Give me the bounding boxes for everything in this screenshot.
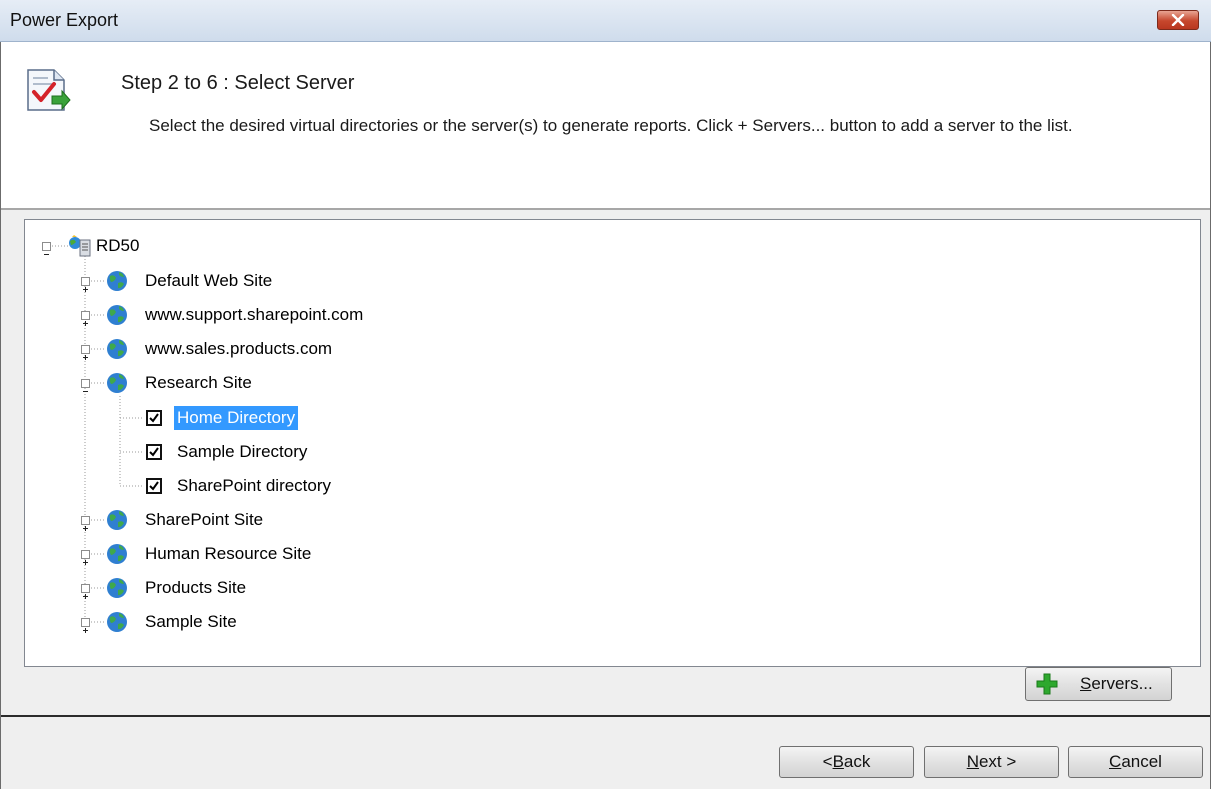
next-mnemonic: N xyxy=(966,752,979,771)
tree-site-node[interactable]: www.sales.products.com xyxy=(142,337,335,361)
site-label: SharePoint Site xyxy=(145,510,264,529)
tree-expander-site[interactable] xyxy=(81,550,90,565)
close-icon xyxy=(1171,14,1185,26)
tree-directory-node[interactable]: Home Directory xyxy=(174,406,299,430)
cancel-mnemonic: C xyxy=(1109,752,1122,771)
plus-small-icon xyxy=(83,594,88,599)
step-title: Step 2 to 6 : Select Server xyxy=(121,72,355,94)
back-button[interactable]: <Back xyxy=(779,746,914,778)
footer-separator xyxy=(0,715,1211,717)
site-label: www.sales.products.com xyxy=(145,339,333,358)
site-label: Default Web Site xyxy=(145,271,273,290)
report-check-icon xyxy=(27,69,71,111)
tree-site-node[interactable]: Sample Site xyxy=(142,610,240,634)
cancel-button-label: Cancel xyxy=(1109,752,1162,772)
tree-expander-root[interactable] xyxy=(42,242,51,255)
globe-icon xyxy=(107,339,127,359)
site-label: Human Resource Site xyxy=(145,544,312,563)
globe-icon xyxy=(107,271,127,291)
plus-icon xyxy=(1036,673,1058,695)
directory-label: Sample Directory xyxy=(177,442,308,461)
server-tree[interactable]: RD50 Default Web Site www.support.sharep… xyxy=(24,219,1201,667)
plus-small-icon xyxy=(83,355,88,360)
next-button-label: Next > xyxy=(967,752,1017,772)
checkmark-icon xyxy=(149,413,159,423)
directory-label: Home Directory xyxy=(174,406,299,430)
checkmark-icon xyxy=(149,447,159,457)
tree-root-label: RD50 xyxy=(96,236,140,255)
checkbox-sharepoint-directory[interactable] xyxy=(146,478,162,494)
servers-mnemonic: S xyxy=(1080,674,1092,693)
checkmark-icon xyxy=(149,481,159,491)
cancel-button[interactable]: Cancel xyxy=(1068,746,1203,778)
tree-root-node[interactable]: RD50 xyxy=(93,234,142,258)
tree-expander-site[interactable] xyxy=(81,345,90,360)
plus-small-icon xyxy=(83,628,88,633)
tree-site-node-research[interactable]: Research Site xyxy=(142,371,255,395)
tree-site-node[interactable]: Products Site xyxy=(142,576,249,600)
tree-directory-node[interactable]: SharePoint directory xyxy=(174,474,334,498)
site-label: Products Site xyxy=(145,578,247,597)
site-label: Research Site xyxy=(145,373,252,392)
globe-icon xyxy=(107,510,127,530)
tree-site-node[interactable]: Human Resource Site xyxy=(142,542,314,566)
checkbox-home-directory[interactable] xyxy=(146,410,162,426)
next-label-rest: ext > xyxy=(978,752,1017,771)
minus-icon xyxy=(44,254,49,255)
servers-label-rest: ervers... xyxy=(1091,674,1153,693)
plus-small-icon xyxy=(83,287,88,292)
tree-expander-site[interactable] xyxy=(81,516,90,531)
tree-site-node[interactable]: www.support.sharepoint.com xyxy=(142,303,366,327)
window-title: Power Export xyxy=(10,10,119,30)
site-label: www.support.sharepoint.com xyxy=(145,305,364,324)
globe-icon xyxy=(107,578,127,598)
next-button[interactable]: Next > xyxy=(924,746,1059,778)
close-button[interactable] xyxy=(1157,10,1199,30)
back-button-label: <Back xyxy=(823,752,871,772)
cancel-label-rest: ancel xyxy=(1121,752,1162,771)
tree-expander-research-site[interactable] xyxy=(81,379,90,392)
plus-small-icon xyxy=(83,526,88,531)
tree-site-node[interactable]: Default Web Site xyxy=(142,269,275,293)
back-mnemonic: B xyxy=(832,752,844,771)
tree-expander-site[interactable] xyxy=(81,311,90,326)
globe-icon xyxy=(107,373,127,393)
tree-expander-site[interactable] xyxy=(81,277,90,292)
plus-small-icon xyxy=(83,560,88,565)
minus-icon xyxy=(83,391,88,392)
globe-icon xyxy=(107,305,127,325)
globe-icon xyxy=(107,544,127,564)
plus-small-icon xyxy=(83,321,88,326)
tree-expander-site[interactable] xyxy=(81,618,90,633)
wizard-body: RD50 Default Web Site www.support.sharep… xyxy=(0,210,1211,789)
title-bar[interactable]: Power Export xyxy=(0,0,1211,42)
site-label: Sample Site xyxy=(145,612,237,631)
window-left-border xyxy=(0,42,1,789)
servers-button-label: Servers... xyxy=(1080,674,1153,694)
directory-label: SharePoint directory xyxy=(177,476,332,495)
power-export-window: Power Export Step 2 to 6 : Select Server… xyxy=(0,0,1211,789)
add-servers-button[interactable]: Servers... xyxy=(1025,667,1172,701)
step-description: Select the desired virtual directories o… xyxy=(149,116,1073,135)
server-icon xyxy=(69,235,91,257)
globe-icon xyxy=(107,612,127,632)
back-label-rest: ack xyxy=(843,752,871,771)
checkbox-sample-directory[interactable] xyxy=(146,444,162,460)
tree-directory-node[interactable]: Sample Directory xyxy=(174,440,310,464)
tree-site-node[interactable]: SharePoint Site xyxy=(142,508,266,532)
tree-expander-site[interactable] xyxy=(81,584,90,599)
wizard-header: Step 2 to 6 : Select Server Select the d… xyxy=(0,42,1211,208)
back-prefix: < xyxy=(822,752,833,771)
